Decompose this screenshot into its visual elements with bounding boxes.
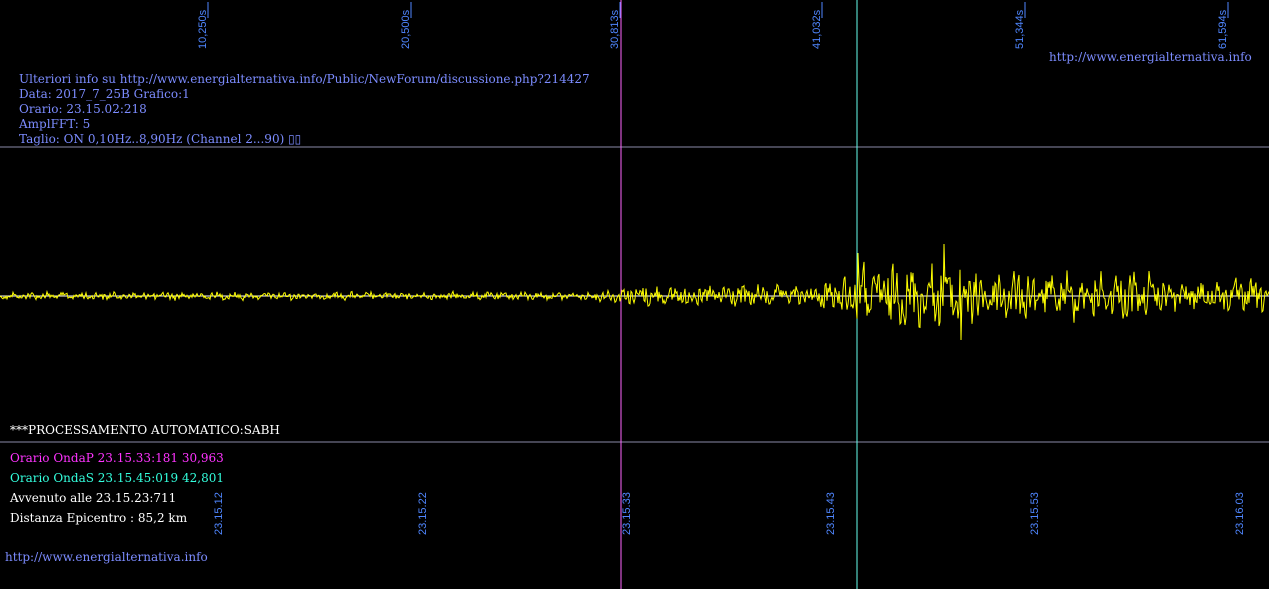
seismic-signal-trace: [0, 243, 1269, 341]
date-line: Data: 2017_7_25B Grafico:1: [19, 87, 190, 101]
bottom-tick-label: 23.15.12: [213, 492, 225, 535]
s-wave-time: Orario OndaS 23.15.45:019 42,801: [10, 471, 224, 485]
top-tick-label: 61,594s: [1217, 9, 1229, 49]
event-time: Avvenuto alle 23.15.23:711: [10, 491, 177, 505]
bottom-tick-label: 23.15.43: [825, 492, 837, 535]
top-tick-label: 41,032s: [811, 9, 823, 49]
top-tick-label: 30,813s: [609, 9, 621, 49]
top-tick-label: 20,500s: [400, 9, 412, 49]
top-right-url: http://www.energialternativa.info: [1049, 50, 1252, 64]
processing-label: ***PROCESSAMENTO AUTOMATICO:SABH: [10, 423, 280, 437]
ampl-fft-line: AmplFFT: 5: [19, 117, 91, 131]
seismogram-chart: 10,250s 20,500s 30,813s 41,032s 51,344s 61,59…: [0, 0, 1269, 589]
top-tick-label: 51,344s: [1014, 9, 1026, 49]
bottom-tick-label: 23.15.22: [417, 492, 429, 535]
top-tick-label: 10,250s: [197, 9, 209, 49]
bottom-tick-label: 23.15.33: [621, 492, 633, 535]
epicenter-distance: Distanza Epicentro : 85,2 km: [10, 511, 188, 525]
bottom-left-url: http://www.energialternativa.info: [5, 550, 208, 564]
time-line: Orario: 23.15.02:218: [19, 102, 147, 116]
info-url-line: Ulteriori info su http://www.energialter…: [19, 72, 590, 86]
p-wave-time: Orario OndaP 23.15.33:181 30,963: [10, 451, 224, 465]
bottom-tick-label: 23.15.53: [1029, 492, 1041, 535]
filter-line: Taglio: ON 0,10Hz..8,90Hz (Channel 2...9…: [19, 132, 302, 146]
bottom-tick-label: 23.16.03: [1234, 492, 1246, 535]
